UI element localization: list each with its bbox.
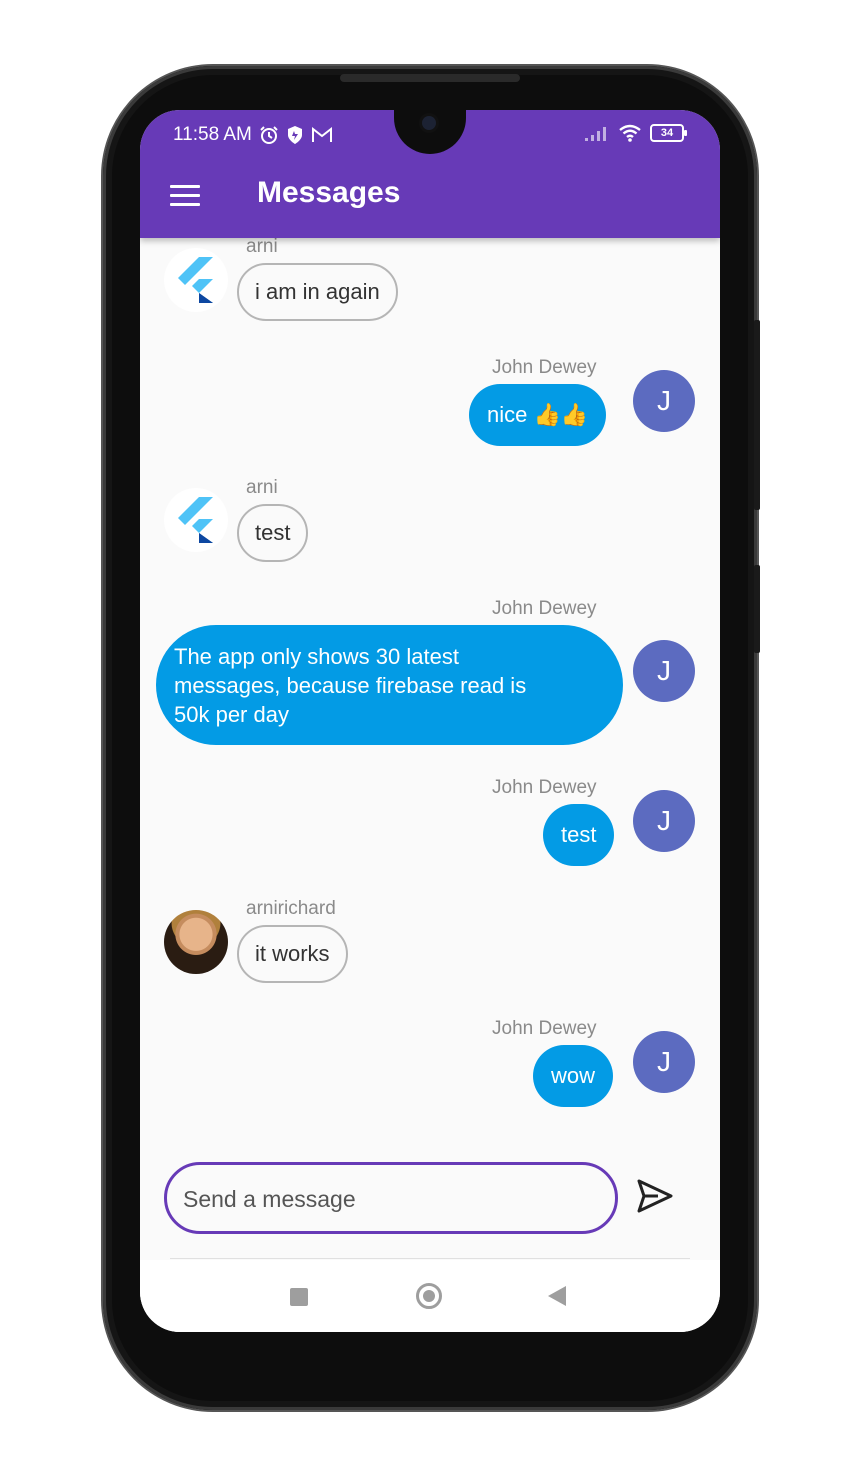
battery-icon: 34 [650, 124, 687, 142]
hamburger-menu-icon[interactable] [170, 185, 200, 207]
message-bubble-incoming[interactable]: test [237, 504, 309, 562]
back-button[interactable] [548, 1286, 566, 1306]
message-line: messages, because firebase read is [174, 672, 527, 698]
status-bar-left: 11:58 AM [173, 124, 333, 146]
message-bubble-incoming[interactable]: it works [237, 925, 348, 983]
gmail-icon [311, 126, 333, 144]
sender-name: John Dewey [492, 1018, 597, 1039]
recents-button[interactable] [290, 1288, 308, 1306]
alarm-icon [259, 125, 279, 145]
sender-name: John Dewey [492, 598, 597, 619]
speaker-slot [340, 74, 520, 82]
wifi-icon [618, 124, 642, 142]
power-button [754, 565, 760, 653]
status-time: 11:58 AM [173, 124, 252, 145]
message-list[interactable]: arni i am in again John Dewey nice 👍👍 J … [140, 110, 720, 1260]
avatar[interactable]: J [633, 640, 695, 702]
home-button[interactable] [416, 1283, 442, 1309]
shield-icon [286, 125, 304, 145]
flutter-logo-icon [178, 257, 213, 303]
sender-name: John Dewey [492, 777, 597, 798]
sender-name: arnirichard [246, 898, 336, 919]
screen: 11:58 AM 34 Messages arni i am in again … [140, 110, 720, 1332]
message-bubble-outgoing[interactable]: The app only shows 30 latest messages, b… [156, 625, 623, 745]
sender-name: arni [246, 236, 278, 257]
message-line: 50k per day [174, 701, 289, 727]
volume-button [754, 320, 760, 510]
flutter-logo-icon [178, 497, 213, 543]
send-icon[interactable] [636, 1178, 676, 1218]
message-line: The app only shows 30 latest [174, 643, 459, 669]
divider [170, 1258, 690, 1259]
sender-name: arni [246, 477, 278, 498]
message-input-container[interactable] [164, 1162, 618, 1234]
message-bubble-incoming[interactable]: i am in again [237, 263, 398, 321]
battery-level: 34 [660, 127, 674, 139]
message-bubble-outgoing[interactable]: test [543, 804, 615, 866]
sender-name: John Dewey [492, 357, 597, 378]
message-bubble-outgoing[interactable]: wow [533, 1045, 614, 1107]
signal-icon [584, 125, 610, 141]
front-camera [422, 116, 436, 130]
avatar[interactable]: J [633, 370, 695, 432]
status-bar-right: 34 [584, 124, 687, 142]
avatar[interactable]: J [633, 1031, 695, 1093]
user-photo-avatar[interactable] [164, 910, 228, 974]
message-bubble-outgoing[interactable]: nice 👍👍 [469, 384, 607, 446]
page-title: Messages [257, 176, 401, 209]
message-input[interactable] [181, 1165, 585, 1233]
flutter-logo-avatar [164, 488, 228, 552]
flutter-logo-avatar [164, 248, 228, 312]
system-nav-bar [140, 1260, 720, 1332]
avatar[interactable]: J [633, 790, 695, 852]
message-text: The app only shows 30 latest messages, b… [174, 642, 526, 729]
